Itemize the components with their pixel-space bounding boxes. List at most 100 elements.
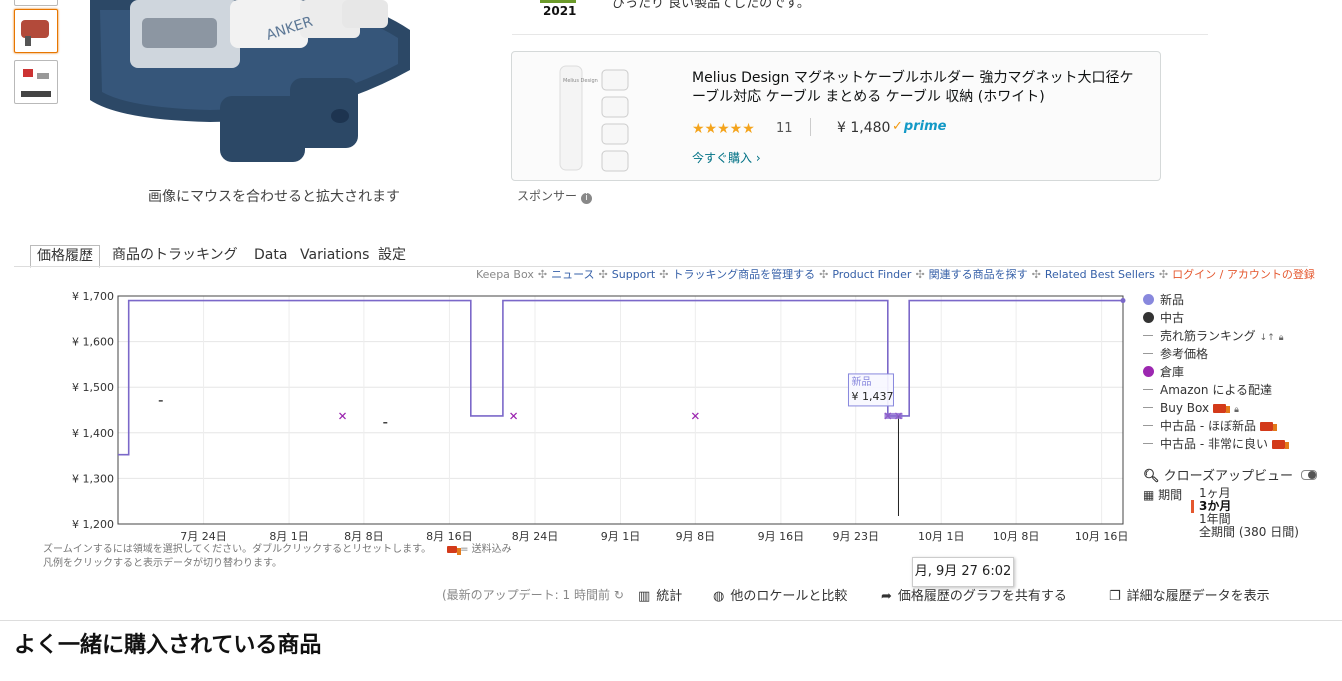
product-finder-link[interactable]: Product Finder [832,268,911,281]
prime-check-icon: ✓ [892,119,903,134]
news-link[interactable]: ニュース [551,268,594,281]
legend-line-icon [1143,425,1153,426]
closeup-label: クローズアップビュー [1163,469,1294,484]
rating-count[interactable]: 11 [776,121,793,136]
hover-time-tooltip: 月, 9月 27 6:02 [912,557,1014,587]
share-chart-button[interactable]: ➦ 価格履歴のグラフを共有する [881,585,1067,604]
legend-item-used-very-good[interactable]: 中古品 - 非常に良い [1143,436,1289,452]
frequently-bought-together-title: よく一緒に購入されている商品 [14,633,322,658]
price-history-chart[interactable]: ¥ 1,700 ¥ 1,600 ¥ 1,500 ¥ 1,400 ¥ 1,300 ¥ 1,2… [0,285,1140,547]
compare-locales-button[interactable]: ◍ 他のロケールと比較 [713,585,847,604]
period-label-text: 期間 [1158,488,1183,502]
y-tick-label: ¥ 1,200 [72,518,114,531]
share-icon: ➦ [881,589,892,604]
last-update-text: (最新のアップデート: 1 時間前 ↻ [442,586,624,603]
legend-line-icon [1143,335,1153,336]
globe-icon: ◍ [713,589,725,604]
thumbnail-0[interactable] [14,0,58,6]
closeup-view-toggle[interactable]: 🔍︎ クローズアップビュー [1143,465,1318,484]
x-tick-label: 10月 16日 [1075,530,1129,543]
award-badge-strip [540,0,576,3]
x-tick-label: 8月 16日 [426,530,473,543]
legend-used-dot-icon [1143,312,1154,323]
detail-history-button[interactable]: ❐ 詳細な履歴データを表示 [1109,585,1270,604]
legend-item-sales-rank[interactable]: 売れ筋ランキング ↓↑ 🔒︎ [1143,328,1284,344]
legend-new-dot-icon [1143,294,1154,305]
login-link[interactable]: ログイン / アカウントの登録 [1172,268,1315,281]
sponsored-product-card[interactable]: Melius Design Melius Design マグネットケーブルホルダ… [511,51,1161,181]
legend-used-very-good-label: 中古品 - 非常に良い [1160,437,1268,451]
legend-line-icon [1143,443,1153,444]
support-link[interactable]: Support [612,268,655,281]
legend-sales-rank-label: 売れ筋ランキング [1160,329,1256,343]
y-tick-label: ¥ 1,300 [72,472,114,485]
x-tick-label: 8月 24日 [512,530,559,543]
stats-button[interactable]: ▥ 統計 [638,585,682,604]
keepa-links: Keepa Box ✣ ニュース ✣ Support ✣ トラッキング商品を管理する ✣ Pro… [476,266,1315,282]
related-best-sellers-link[interactable]: Related Best Sellers [1045,268,1155,281]
x-tick-label: 10月 8日 [993,530,1040,543]
legend-item-list-price[interactable]: 参考価格 [1143,346,1208,362]
separator-icon: ✣ [1031,268,1041,281]
tab-price-history[interactable]: 価格履歴 [30,245,100,268]
toggle-switch[interactable] [1301,470,1318,480]
legend-buy-box-label: Buy Box [1160,401,1210,415]
legend-item-amazon-fba[interactable]: Amazon による配達 [1143,382,1272,398]
period-options: 1ヶ月 3か月 1年間 全期間 (380 日間) [1191,487,1299,539]
calendar-icon: ▦ [1143,488,1155,502]
y-tick-label: ¥ 1,400 [72,427,114,440]
price-history-chart-svg[interactable]: ¥ 1,700 ¥ 1,600 ¥ 1,500 ¥ 1,400 ¥ 1,300 ¥ 1,2… [0,285,1140,547]
separator-icon: ✣ [915,268,925,281]
image-zoom-hint: 画像にマウスを合わせると拡大されます [148,189,400,205]
award-year: 2021 [543,4,577,18]
info-icon[interactable]: i [581,193,593,204]
period-option-all-time[interactable]: 全期間 (380 日間) [1199,526,1299,539]
sponsored-product-title[interactable]: Melius Design マグネットケーブルホルダー 強力マグネット大口径ケー… [692,69,1142,107]
tab-settings[interactable]: 設定 [378,245,406,266]
legend-line-icon [1143,353,1153,354]
last-update-label: (最新のアップデート: 1 時間前 [442,588,610,602]
sponsored-price: ¥ 1,480 [837,120,891,136]
rating-stars-icon[interactable]: ★★★★★ [692,121,755,137]
period-label: ▦ 期間 [1143,486,1182,503]
detail-label: 詳細な履歴データを表示 [1126,589,1270,604]
related-products-link[interactable]: 関連する商品を探す [929,268,1028,281]
legend-item-warehouse[interactable]: 倉庫 [1143,364,1184,380]
x-tick-label: 10月 1日 [918,530,965,543]
legend-hint-text: 凡例をクリックすると表示データが切り替わります。 [43,558,282,569]
truck-icon [1259,422,1277,431]
truck-icon [1271,440,1289,449]
x-tick-label: 9月 23日 [832,530,879,543]
review-snippet: ぴったり 良い製品てしたのです。 [612,0,810,11]
product-image[interactable]: ANKER [80,0,480,182]
tab-variations[interactable]: Variations [300,245,369,266]
prime-label: prime [903,119,947,134]
sponsored-product-drawing: Melius Design [559,65,629,172]
manage-tracking-link[interactable]: トラッキング商品を管理する [672,268,815,281]
sponsored-thumb-brand: Melius Design [563,78,598,84]
sort-icon: ↓↑ [1259,333,1275,343]
legend-item-used-like-new[interactable]: 中古品 - ほぼ新品 [1143,418,1277,434]
refresh-icon[interactable]: ↻ [614,588,624,602]
truck-icon [1213,404,1231,413]
sponsored-product-image[interactable]: Melius Design [552,62,682,174]
x-tick-label: 8月 1日 [269,530,309,543]
search-icon: 🔍︎ [1143,469,1160,484]
lock-icon: 🔒︎ [1278,333,1284,343]
lock-icon: 🔒︎ [1234,405,1239,415]
legend-item-new[interactable]: 新品 [1143,292,1184,308]
truck-icon [447,546,462,555]
keepa-box-link[interactable]: Keepa Box [476,268,534,281]
thumbnail-2[interactable] [14,60,58,104]
separator-icon: ✣ [819,268,829,281]
buy-now-link[interactable]: 今すぐ購入 › [692,149,761,166]
sponsored-label: スポンサー i [517,187,593,204]
legend-item-used[interactable]: 中古 [1143,310,1184,326]
tab-data[interactable]: Data [254,245,287,266]
thumbnail-1[interactable] [14,9,58,53]
tab-tracking[interactable]: 商品のトラッキング [112,245,238,266]
y-tick-label: ¥ 1,700 [72,290,114,303]
product-image-drawing: ANKER [90,0,410,162]
legend-item-buy-box[interactable]: Buy Box 🔒︎ [1143,400,1239,416]
legend-list-price-label: 参考価格 [1160,347,1209,361]
